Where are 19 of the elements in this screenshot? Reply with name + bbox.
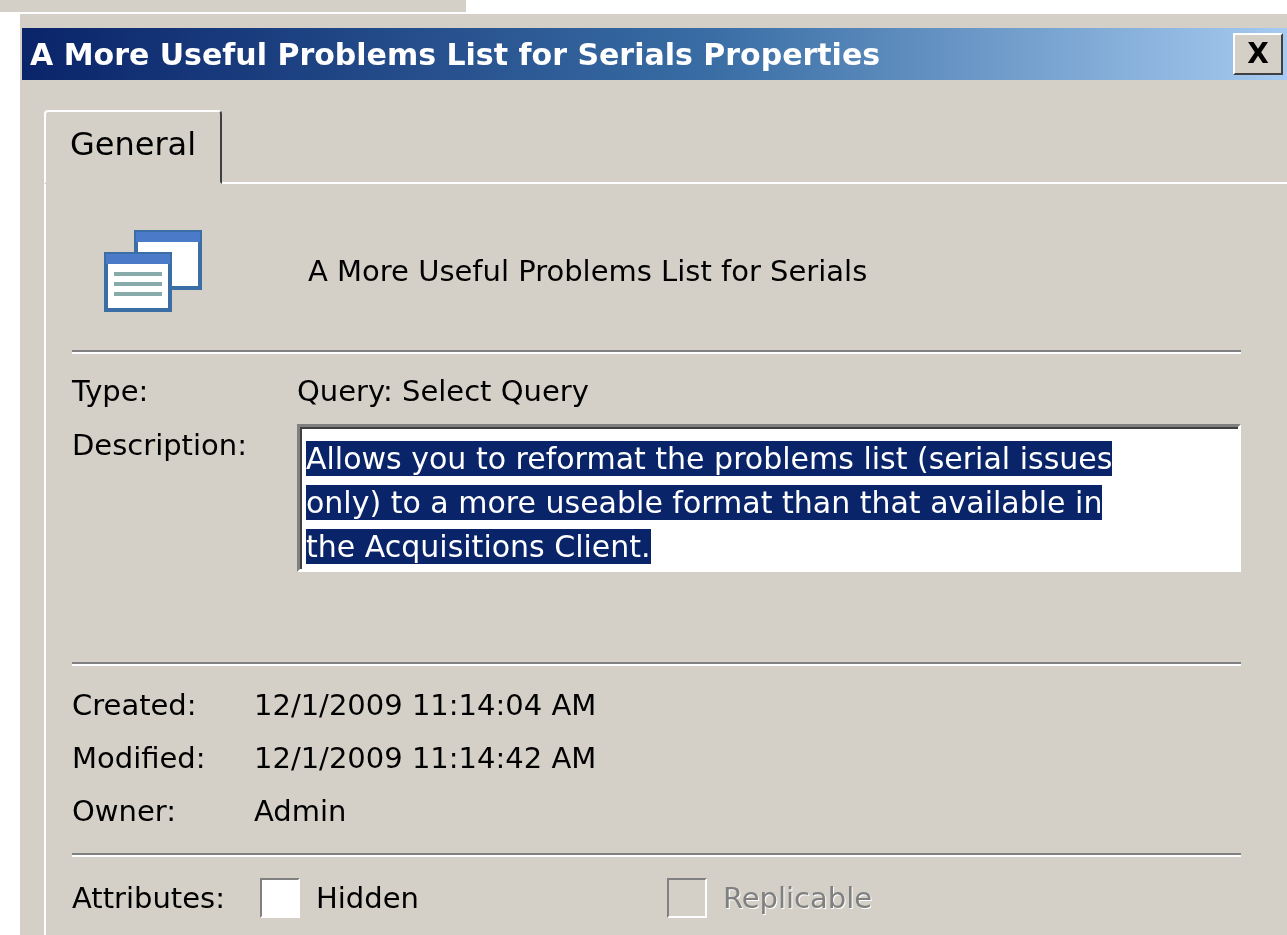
close-button[interactable]: X — [1233, 33, 1283, 75]
field-label: Owner: — [72, 792, 177, 830]
window-title: A More Useful Problems List for Serials Properties — [30, 35, 881, 74]
description-field[interactable]: Allows you to reformat the problems list (serial issues only) to a more useable format than that available in the Acquisitions Client. — [297, 423, 1241, 572]
attributes-label: Attributes: — [72, 879, 226, 917]
object-name: A More Useful Problems List for Serials — [308, 253, 868, 291]
type-label: Type: — [72, 373, 150, 410]
tab[interactable]: General — [44, 110, 223, 184]
field-label: Created: — [72, 686, 198, 724]
field-value: Admin — [254, 792, 347, 830]
checkbox-label: Hidden — [316, 879, 419, 917]
checkbox-label: Replicable — [722, 879, 873, 917]
query-icon — [104, 230, 204, 314]
field-value: 12/1/2009 11:14:04 AM — [254, 686, 597, 724]
field-value: 12/1/2009 11:14:42 AM — [254, 739, 597, 777]
field-label: Modified: — [72, 739, 207, 777]
type-value: Query: Select Query — [297, 373, 589, 410]
checkbox[interactable] — [260, 878, 300, 919]
description-label: Description: — [72, 426, 248, 464]
